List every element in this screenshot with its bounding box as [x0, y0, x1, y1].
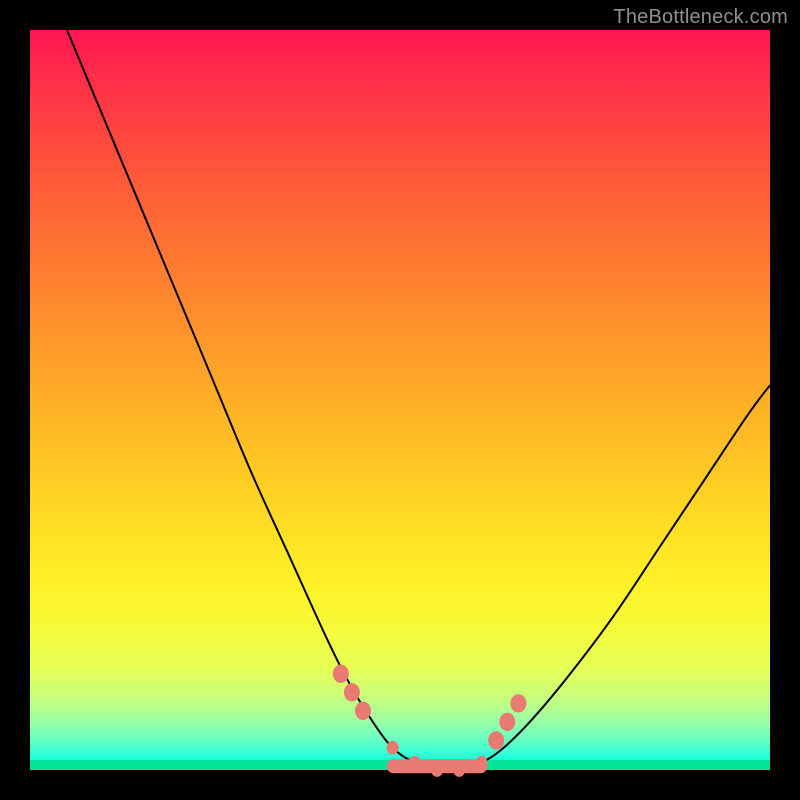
marker-point [488, 731, 504, 749]
marker-point [409, 756, 421, 770]
marker-point [387, 741, 399, 755]
bottleneck-curve-line [67, 30, 770, 771]
marker-point [475, 756, 487, 770]
marker-point [510, 694, 526, 712]
marker-point [499, 713, 515, 731]
marker-point [344, 683, 360, 701]
marker-point [355, 702, 371, 720]
marker-point [431, 763, 443, 777]
marker-point [453, 763, 465, 777]
marker-point [333, 665, 349, 683]
watermark-text: TheBottleneck.com [613, 6, 788, 29]
marker-group [333, 665, 527, 777]
chart-svg [30, 30, 770, 770]
chart-frame: TheBottleneck.com [0, 0, 800, 800]
